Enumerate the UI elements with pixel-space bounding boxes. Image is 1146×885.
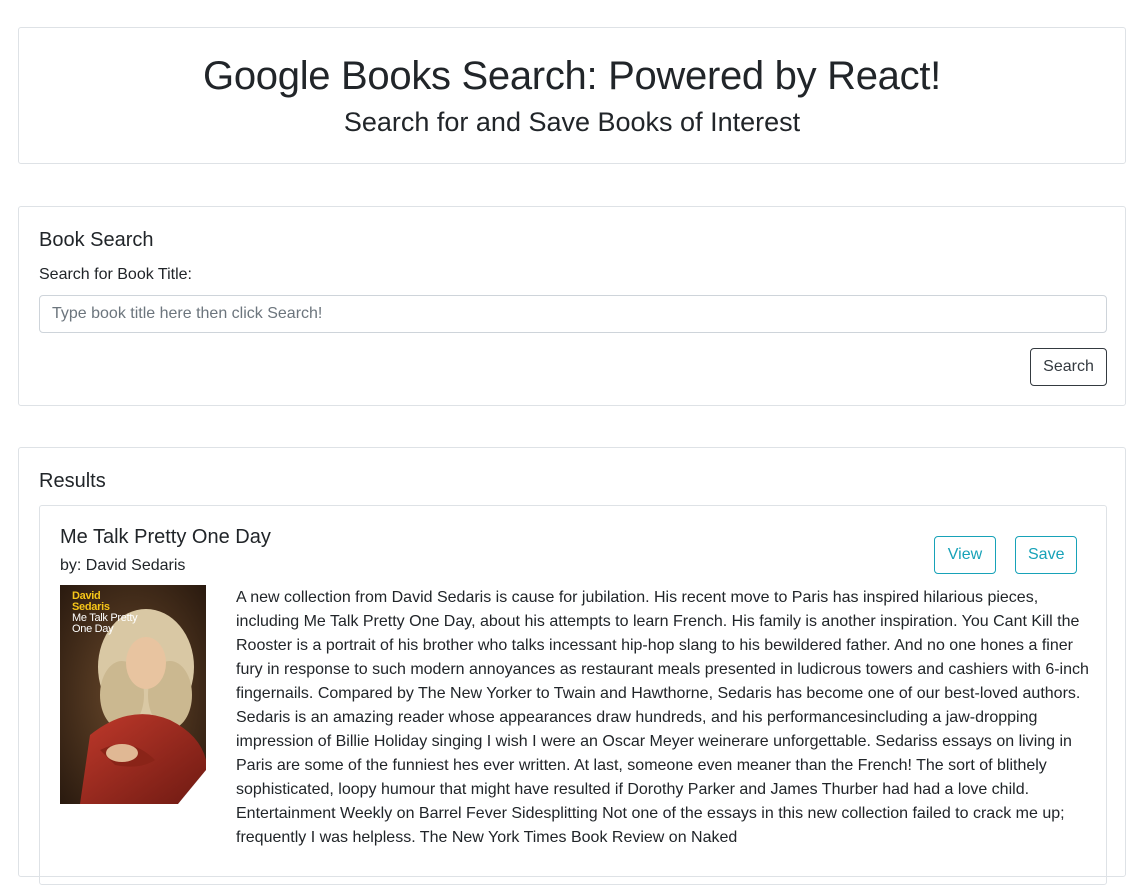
book-result-card: Me Talk Pretty One Day by: David Sedaris… — [39, 505, 1107, 885]
search-input-label: Search for Book Title: — [39, 266, 192, 283]
page-title: Google Books Search: Powered by React! — [203, 54, 941, 98]
search-button[interactable]: Search — [1030, 348, 1107, 386]
results-card-title: Results — [39, 470, 106, 492]
search-input[interactable] — [39, 295, 1107, 333]
book-cover-text: David Sedaris Me Talk Pretty One Day — [72, 591, 144, 635]
cover-author-text: David Sedaris — [72, 590, 110, 613]
book-title: Me Talk Pretty One Day — [60, 526, 271, 548]
view-book-button[interactable]: View — [934, 536, 996, 574]
book-description: A new collection from David Sedaris is c… — [236, 589, 1089, 846]
results-card: Results Me Talk Pretty One Day by: David… — [18, 447, 1126, 885]
search-card-title: Book Search — [39, 229, 154, 251]
header-jumbotron: Google Books Search: Powered by React! S… — [18, 27, 1126, 164]
cover-title-text: Me Talk Pretty One Day — [72, 612, 138, 635]
save-book-button[interactable]: Save — [1015, 536, 1077, 574]
book-cover-image: David Sedaris Me Talk Pretty One Day — [60, 585, 206, 804]
page-subtitle: Search for and Save Books of Interest — [343, 107, 801, 137]
book-author: by: David Sedaris — [60, 557, 186, 574]
search-card: Book Search Search for Book Title: Searc… — [18, 206, 1126, 406]
